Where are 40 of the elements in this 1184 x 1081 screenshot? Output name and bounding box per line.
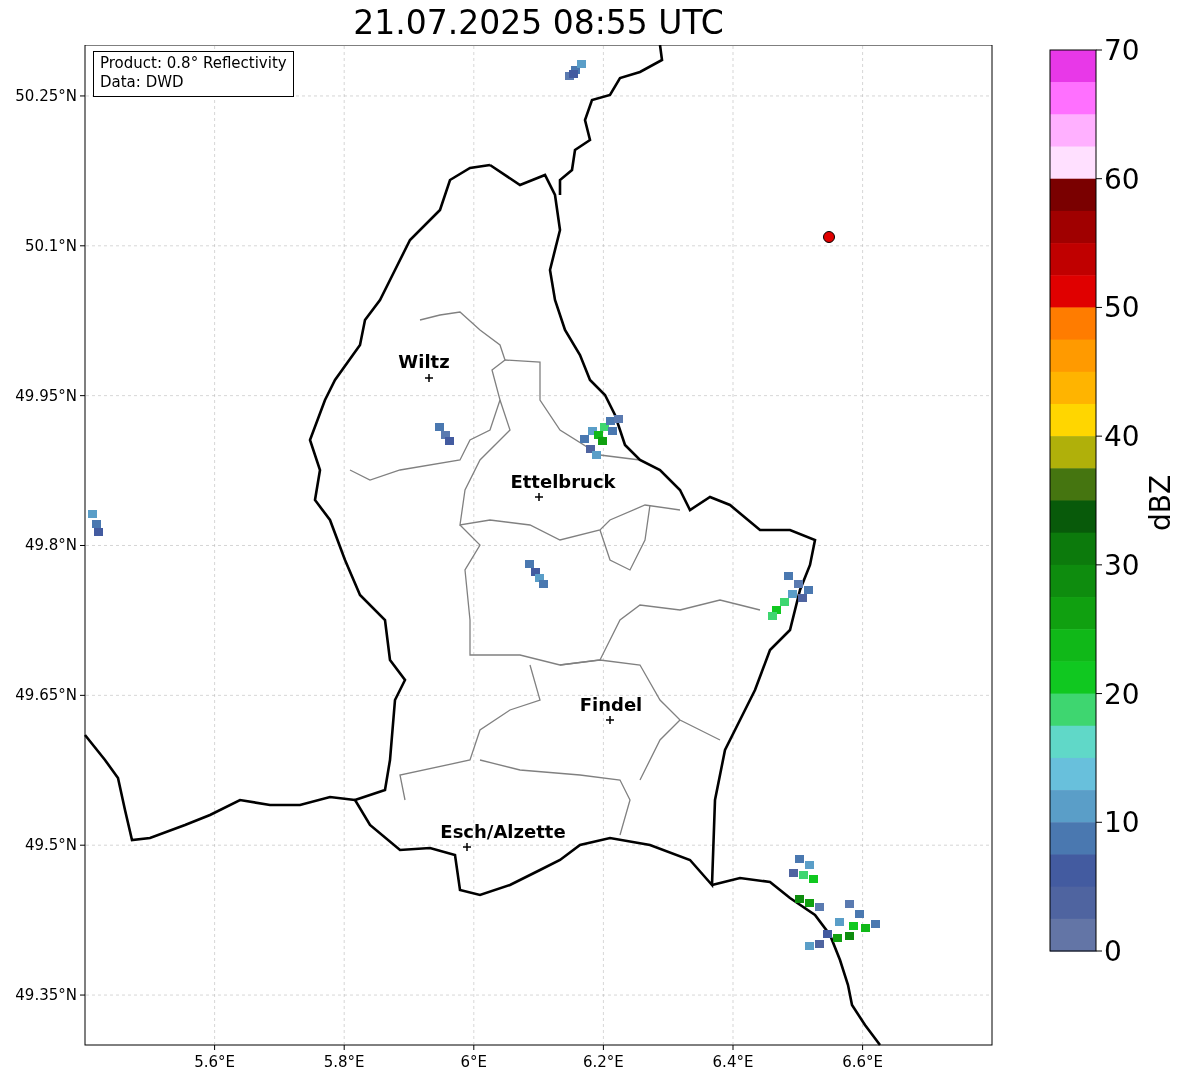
latitude-label: 49.35°N [15,986,77,1005]
city-label: Ettelbruck [510,471,616,492]
radar-echo [88,510,103,536]
radar-echo [768,572,813,620]
longitude-label: 6°E [460,1053,488,1071]
colorbar-tick-label: 30 [1104,548,1140,582]
city-marker-icon [462,842,472,852]
longitude-label: 6.2°E [583,1053,624,1071]
latitude-label: 49.65°N [15,686,77,705]
latitude-label: 50.1°N [24,236,77,255]
chart-title: 21.07.2025 08:55 UTC [352,2,725,44]
colorbar-tick-label: 60 [1104,162,1140,196]
latitude-label: 49.95°N [15,386,77,405]
radar-echo [565,60,586,80]
radar-echo [525,560,548,588]
city-marker-icon [605,715,615,725]
city-label: Esch/Alzette [440,821,566,842]
radar-echo [435,423,454,445]
colorbar-tick-label: 10 [1104,806,1140,840]
location-marker [823,231,835,243]
longitude-label: 6.4°E [712,1053,754,1071]
colorbar-tick-label: 50 [1104,291,1140,325]
colorbar-tick-label: 70 [1104,34,1140,67]
city-label: Findel [579,694,643,715]
info-text: Product: 0.8° Reflectivity [100,54,287,73]
city-marker-icon [424,373,434,383]
info-text: Data: DWD [100,73,185,92]
colorbar-tick-label: 20 [1104,677,1140,711]
colorbar-tick-label: 40 [1104,420,1140,454]
colorbar-title: dBZ [1144,474,1177,532]
longitude-label: 6.6°E [842,1053,883,1071]
colorbar-tick-label: 0 [1104,935,1122,968]
longitude-label: 5.6°E [194,1053,235,1071]
city-label: Wiltz [398,351,450,372]
radar-echo [580,415,623,459]
city-marker-icon [534,492,544,502]
latitude-label: 49.8°N [24,536,77,555]
latitude-label: 49.5°N [24,836,77,855]
latitude-label: 50.25°N [15,86,77,105]
longitude-label: 5.8°E [323,1053,365,1071]
